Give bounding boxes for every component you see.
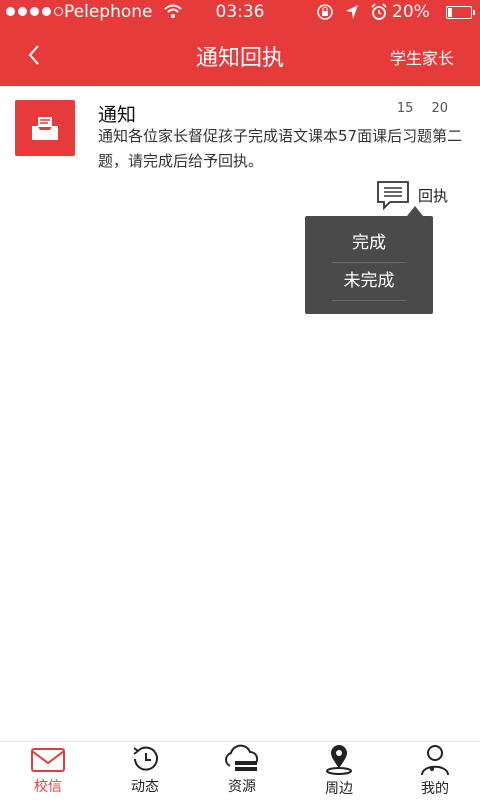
tab-label: 校信	[34, 779, 62, 795]
alarm-icon	[371, 3, 387, 20]
notice-icon	[15, 100, 75, 156]
status-icons	[316, 3, 388, 21]
tab-label: 资源	[228, 779, 256, 795]
receipt-label: 回执	[418, 186, 449, 205]
tab-nearby[interactable]: 周边	[309, 744, 369, 798]
battery-icon	[446, 6, 475, 19]
notice-body: 通知各位家长督促孩子完成语文课本57面课后习题第二题，请完成后给予回执。	[98, 127, 463, 170]
clock-icon	[133, 746, 158, 771]
tab-resources[interactable]: 资源	[212, 744, 272, 796]
tab-feed[interactable]: 动态	[115, 744, 175, 796]
rotation-lock-icon	[317, 4, 333, 20]
tab-label: 周边	[325, 781, 353, 797]
tab-label: 我的	[421, 781, 449, 797]
inbox-icon	[32, 117, 58, 140]
battery-percent: 20%	[392, 2, 430, 22]
comment-icon	[377, 181, 409, 210]
receipt-popup-menu: 完成 未完成	[305, 216, 433, 314]
app-header: Pelephone 03:36 20% 通知回执 学生家长	[0, 0, 480, 86]
tab-me[interactable]: 我的	[405, 744, 465, 798]
popup-arrow	[407, 206, 423, 216]
option-complete[interactable]: 完成	[332, 224, 406, 263]
bottom-tab-bar: 校信 动态 资源 周边 我的	[0, 741, 480, 800]
location-pin-icon	[326, 745, 352, 775]
tab-school-mail[interactable]: 校信	[18, 744, 78, 796]
notice-time: 15 20	[397, 101, 448, 116]
mail-icon	[31, 748, 65, 772]
tab-label: 动态	[131, 779, 159, 795]
notice-time-hour: 15	[396, 101, 414, 116]
option-incomplete[interactable]: 未完成	[332, 262, 406, 301]
role-switch-button[interactable]: 学生家长	[390, 45, 454, 69]
notice-title: 通知	[98, 104, 137, 126]
cloud-server-icon	[225, 744, 259, 771]
status-bar: Pelephone 03:36 20%	[0, 0, 480, 26]
location-arrow-icon	[346, 5, 358, 19]
notice-time-minute: 20	[431, 101, 448, 116]
user-icon	[421, 745, 449, 776]
